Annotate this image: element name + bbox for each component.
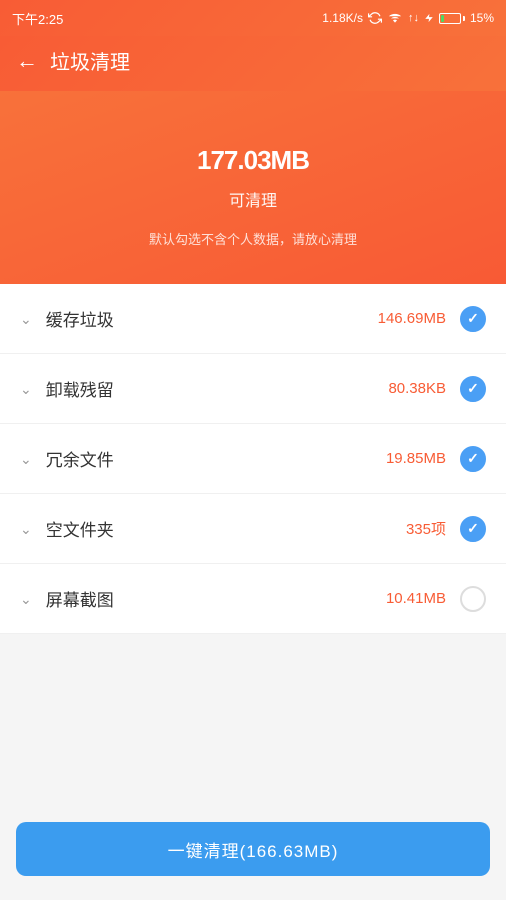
hero-unit: MB xyxy=(271,145,309,175)
chevron-down-icon: ⌄ xyxy=(20,522,32,536)
hero-size: 177.03MB xyxy=(16,121,490,179)
page-title: 垃圾清理 xyxy=(50,46,130,75)
wifi-icon xyxy=(387,11,403,25)
item-name: 冗余文件 xyxy=(46,446,386,471)
battery-percent: 15% xyxy=(470,11,494,25)
item-size: 146.69MB xyxy=(378,310,446,327)
item-size: 19.85MB xyxy=(386,450,446,467)
network-speed: 1.18K/s xyxy=(322,11,363,25)
chevron-down-icon: ⌄ xyxy=(20,312,32,326)
item-name: 空文件夹 xyxy=(46,516,406,541)
sync-icon xyxy=(368,11,382,25)
clean-button[interactable]: 一键清理(166.63MB) xyxy=(16,822,490,876)
item-size: 80.38KB xyxy=(388,380,446,397)
item-name: 屏幕截图 xyxy=(46,586,386,611)
list-item[interactable]: ⌄ 卸载残留 80.38KB xyxy=(0,354,506,424)
chevron-down-icon: ⌄ xyxy=(20,592,32,606)
list-item[interactable]: ⌄ 屏幕截图 10.41MB xyxy=(0,564,506,634)
item-checkbox[interactable] xyxy=(460,586,486,612)
status-time: 下午2:25 xyxy=(12,9,63,28)
status-bar: 下午2:25 1.18K/s ↑↓ 15% xyxy=(0,0,506,36)
list-item[interactable]: ⌄ 缓存垃圾 146.69MB xyxy=(0,284,506,354)
chevron-down-icon: ⌄ xyxy=(20,382,32,396)
item-name: 卸载残留 xyxy=(46,376,389,401)
status-right: 1.18K/s ↑↓ 15% xyxy=(322,11,494,25)
item-checkbox[interactable] xyxy=(460,306,486,332)
item-name: 缓存垃圾 xyxy=(46,306,378,331)
list-item[interactable]: ⌄ 空文件夹 335项 xyxy=(0,494,506,564)
hero-note: 默认勾选不含个人数据，请放心清理 xyxy=(16,229,490,248)
junk-list: ⌄ 缓存垃圾 146.69MB ⌄ 卸载残留 80.38KB ⌄ 冗余文件 19… xyxy=(0,284,506,634)
header: ← 垃圾清理 xyxy=(0,36,506,91)
chevron-down-icon: ⌄ xyxy=(20,452,32,466)
battery-icon xyxy=(439,13,465,24)
hero-label: 可清理 xyxy=(16,187,490,211)
item-size: 10.41MB xyxy=(386,590,446,607)
item-checkbox[interactable] xyxy=(460,446,486,472)
list-item[interactable]: ⌄ 冗余文件 19.85MB xyxy=(0,424,506,494)
bottom-bar: 一键清理(166.63MB) xyxy=(0,810,506,900)
item-size: 335项 xyxy=(406,518,446,539)
hero-section: 177.03MB 可清理 默认勾选不含个人数据，请放心清理 xyxy=(0,91,506,284)
back-button[interactable]: ← xyxy=(16,50,38,72)
charge-icon xyxy=(424,11,434,25)
item-checkbox[interactable] xyxy=(460,376,486,402)
item-checkbox[interactable] xyxy=(460,516,486,542)
signal-bars: ↑↓ xyxy=(408,12,419,24)
